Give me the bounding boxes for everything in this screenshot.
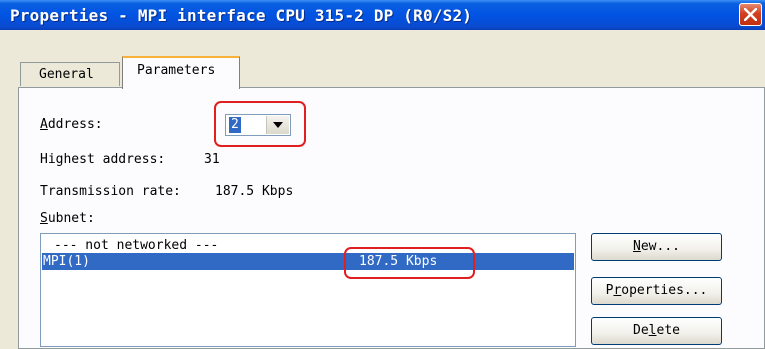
tab-parameters[interactable]: Parameters: [122, 56, 240, 89]
subnet-list[interactable]: --- not networked --- MPI(1) 187.5 Kbps: [40, 233, 576, 347]
tab-general[interactable]: General: [20, 62, 120, 86]
properties-button[interactable]: Properties...: [591, 277, 722, 305]
address-select[interactable]: 2: [225, 114, 291, 136]
subnet-label: Subnet:: [40, 211, 95, 226]
close-icon: [744, 8, 757, 21]
subnet-rate: 187.5 Kbps: [359, 254, 438, 269]
address-value: 2: [229, 117, 241, 133]
subnet-name: --- not networked ---: [54, 238, 219, 253]
tab-parameters-label: Parameters: [137, 63, 216, 78]
list-item[interactable]: --- not networked ---: [42, 237, 574, 254]
highest-address-label: Highest address:: [40, 152, 166, 167]
subnet-name: MPI(1): [43, 254, 90, 269]
list-item-selected[interactable]: MPI(1) 187.5 Kbps: [42, 253, 574, 270]
close-button[interactable]: [739, 3, 762, 26]
tab-general-label: General: [39, 67, 94, 82]
title-bar: Properties - MPI interface CPU 315-2 DP …: [0, 0, 765, 30]
transmission-rate-value: 187.5 Kbps: [215, 184, 294, 199]
highest-address-value: 31: [204, 152, 220, 167]
transmission-rate-label: Transmission rate:: [40, 184, 181, 199]
new-button[interactable]: New...: [591, 233, 722, 261]
chevron-down-icon[interactable]: [266, 116, 289, 134]
window-title: Properties - MPI interface CPU 315-2 DP …: [10, 6, 473, 25]
delete-button[interactable]: Delete: [591, 317, 722, 345]
address-label: Address:: [40, 117, 103, 132]
